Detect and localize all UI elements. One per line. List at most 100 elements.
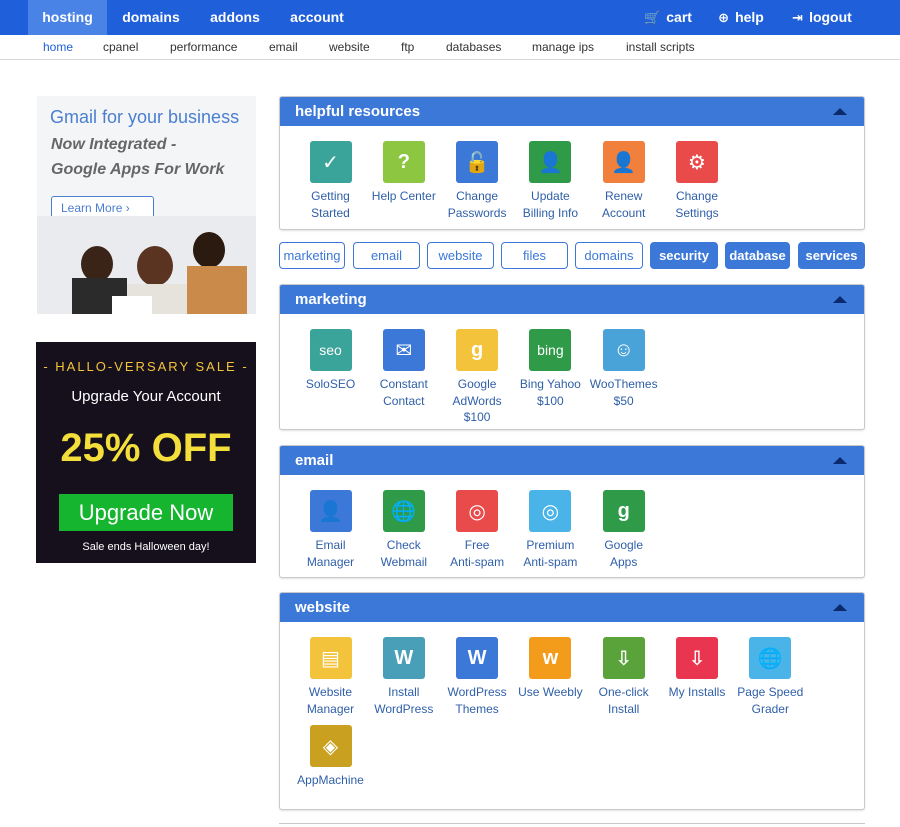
nav-hosting[interactable]: hosting [28,0,107,35]
subnav-ftp[interactable]: ftp [401,40,414,54]
filter-email[interactable]: email [353,242,420,269]
tile-label: Getting [311,189,350,203]
tile-label: One-click [598,685,649,699]
halloween-sale-ad[interactable]: - HALLO-VERSARY SALE - Upgrade Your Acco… [36,342,256,563]
bing-icon: bing [529,329,572,371]
sale-footnote: Sale ends Halloween day! [82,541,210,553]
help-icon: ? [382,141,425,183]
website-tile[interactable]: ⇩ One-click Install [587,637,660,717]
helpful-tile[interactable]: ⚙ Change Settings [661,141,734,221]
website-tile[interactable]: W Install WordPress [367,637,440,717]
marketing-tile[interactable]: ✉ Constant Contact [367,329,440,409]
tile-label: Website [308,685,353,699]
website-tile[interactable]: ▤ Website Manager [294,637,367,717]
filter-website[interactable]: website [427,242,494,269]
website-tile[interactable]: w Use Weebly [514,637,587,701]
gmail-ad[interactable]: Gmail for your business Now Integrated -… [37,96,256,314]
seo-icon: seo [309,329,352,371]
subnav-home[interactable]: home [43,40,73,54]
subnav-performance[interactable]: performance [170,40,237,54]
tile-label: Constant [379,377,428,391]
email-tile[interactable]: ◎ Free Anti-spam [441,490,514,570]
filter-files[interactable]: files [501,242,568,269]
upgrade-now-button[interactable]: Upgrade Now [59,494,233,531]
tile-label: Manager [306,554,355,569]
marketing-panel: marketing seo SoloSEO ✉ Constant Contact g Goo… [279,284,865,430]
nav-help[interactable]: ⊕ help [715,0,767,35]
helpful-tile[interactable]: 👤 Renew Account [587,141,660,221]
subnav-email[interactable]: email [269,40,298,54]
tile-label-group: SoloSEO [294,376,367,393]
helpful-tile[interactable]: ? Help Center [367,141,440,205]
tile-label: Apps [610,554,638,569]
tile-label: Google [604,538,644,552]
tile-label: Help Center [371,189,436,203]
appmachine-icon: ◈ [309,725,352,767]
nav-addons[interactable]: addons [200,0,270,35]
tile-label: $100 [537,393,564,408]
website-tile[interactable]: ⇩ My Installs [661,637,734,701]
panel-header: website [280,593,864,622]
website-tile[interactable]: 🌐 Page Speed Grader [734,637,807,717]
marketing-tile[interactable]: seo SoloSEO [294,329,367,393]
tile-label: $50 [613,393,634,408]
email-tile[interactable]: ◎ Premium Anti-spam [514,490,587,570]
filter-marketing[interactable]: marketing [279,242,345,269]
nav-domains[interactable]: domains [113,0,189,35]
email-tile[interactable]: 🌐 Check Webmail [367,490,440,570]
sale-discount: 25% OFF [60,426,232,470]
ad-subline: Now Integrated - [51,136,177,153]
subnav-manage-ips[interactable]: manage ips [532,40,594,54]
filter-security[interactable]: security [650,242,718,269]
filter-services[interactable]: services [798,242,865,269]
tile-label-group: Update Billing Info [514,188,587,221]
subnav-databases[interactable]: databases [446,40,501,54]
target-icon: ◎ [529,490,572,532]
tile-label-group: Email Manager [294,537,367,570]
tile-label-group: WordPress Themes [441,684,514,717]
website-tile[interactable]: ◈ AppMachine [294,725,367,789]
nav-logout[interactable]: ⇥ logout [790,0,854,35]
tile-label-group: Free Anti-spam [441,537,514,570]
helpful-tile[interactable]: ✓ Getting Started [294,141,367,221]
user-icon: 👤 [309,490,352,532]
collapse-icon[interactable] [833,457,847,464]
subnav-install-scripts[interactable]: install scripts [626,40,695,54]
gear-icon: ⚙ [676,141,718,183]
nav-logout-label: logout [809,9,852,25]
email-tile[interactable]: g Google Apps [587,490,660,570]
tile-label: Google [457,377,497,391]
tile-label: Install [388,685,420,699]
marketing-tile[interactable]: bing Bing Yahoo $100 [514,329,587,409]
weebly-icon: w [529,637,572,679]
filter-domains[interactable]: domains [575,242,643,269]
email-tile[interactable]: 👤 Email Manager [294,490,367,570]
collapse-icon[interactable] [833,108,847,115]
subnav-website[interactable]: website [329,40,370,54]
website-tile[interactable]: W WordPress Themes [441,637,514,717]
envelope-icon: ✉ [382,329,425,371]
collapse-icon[interactable] [833,296,847,303]
helpful-tile[interactable]: 🔓 Change Passwords [441,141,514,221]
tile-label: Webmail [380,554,428,569]
sale-title: - HALLO-VERSARY SALE - [43,359,249,374]
filter-database[interactable]: database [725,242,790,269]
helpful-tile[interactable]: 👤 Update Billing Info [514,141,587,221]
tile-label: Renew [605,189,643,203]
subnav-cpanel[interactable]: cpanel [103,40,138,54]
sub-nav: home cpanel performance email website ft… [0,35,900,60]
tile-label: AdWords [452,393,502,408]
website-panel: website ▤ Website Manager W Install WordPress… [279,592,865,810]
wordpress-icon: W [456,637,499,679]
tile-label: Change [675,189,719,203]
tile-label-group: Change Passwords [441,188,514,221]
tile-label-group: Google AdWords $100 [441,376,514,426]
tile-label: Bing Yahoo [519,377,581,391]
user-icon: 👤 [602,141,645,183]
collapse-icon[interactable] [833,604,847,611]
nav-account[interactable]: account [281,0,353,35]
tile-label: WordPress [374,701,434,716]
nav-cart[interactable]: 🛒 cart [643,0,693,35]
marketing-tile[interactable]: ☺ WooThemes $50 [587,329,660,409]
marketing-tile[interactable]: g Google AdWords $100 [441,329,514,426]
